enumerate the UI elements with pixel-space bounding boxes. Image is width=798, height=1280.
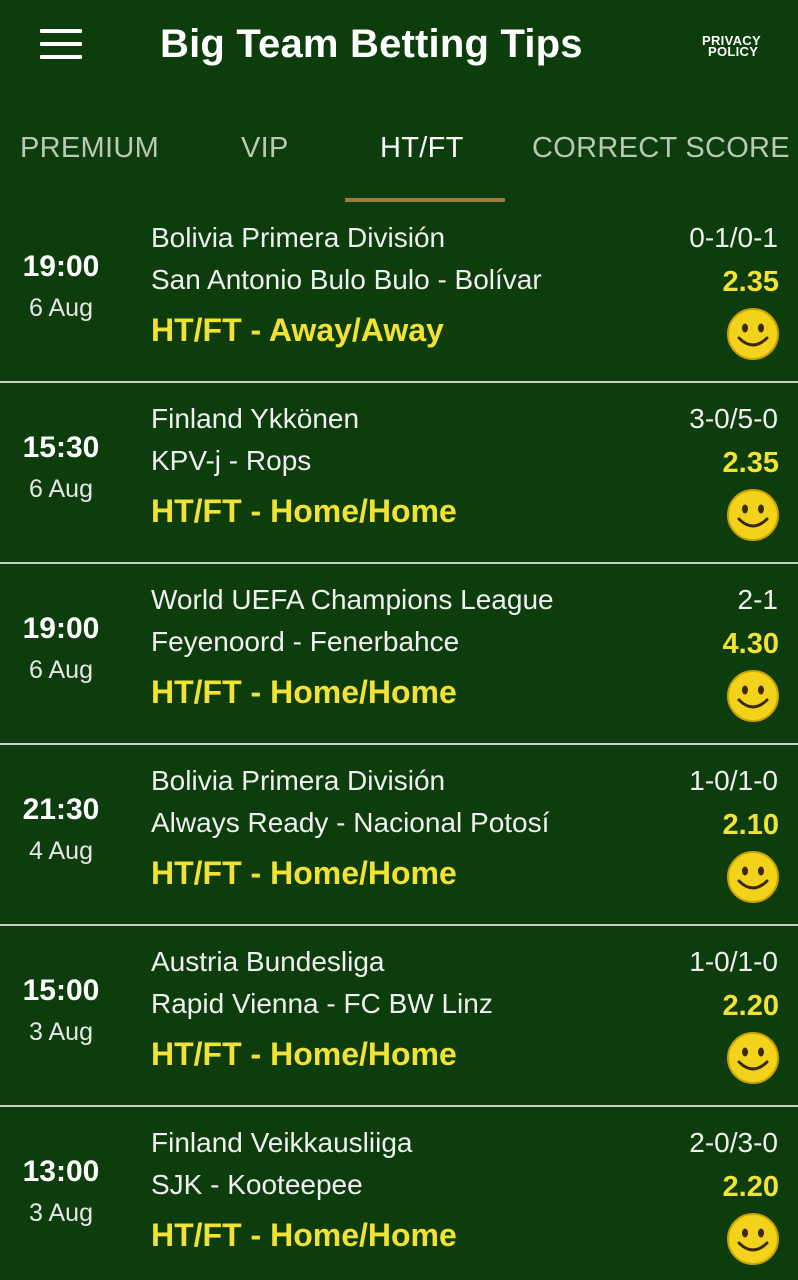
match-teams: Feyenoord - Fenerbahce: [151, 626, 460, 657]
smiley-icon: [727, 489, 779, 541]
privacy-label-line2: POLICY: [708, 44, 759, 59]
match-time: 19:00: [22, 250, 100, 283]
tip-row[interactable]: 13:00 3 Aug Finland Veikkausliiga SJK - …: [0, 1107, 798, 1280]
match-date: 3 Aug: [29, 1199, 93, 1227]
tip-prediction: HT/FT - Home/Home: [151, 1217, 457, 1253]
tip-odds: 2.35: [722, 447, 779, 479]
tip-prediction: HT/FT - Home/Home: [151, 855, 457, 891]
match-date: 4 Aug: [29, 837, 93, 865]
final-score: 1-0/1-0: [689, 765, 778, 796]
smiley-icon: [727, 851, 779, 903]
match-time: 13:00: [22, 1155, 100, 1188]
league-name: Bolivia Primera División: [151, 765, 446, 796]
tip-odds: 2.20: [722, 1171, 779, 1203]
league-name: Finland Ykkönen: [151, 403, 360, 434]
smiley-icon: [727, 670, 779, 722]
menu-bar: [40, 42, 82, 46]
match-teams: SJK - Kooteepee: [151, 1169, 363, 1200]
match-time: 19:00: [22, 612, 100, 645]
match-time: 15:00: [22, 974, 100, 1007]
tip-row[interactable]: 21:30 4 Aug Bolivia Primera División Alw…: [0, 745, 798, 926]
match-teams: San Antonio Bulo Bulo - Bolívar: [151, 264, 542, 295]
league-name: Austria Bundesliga: [151, 946, 385, 977]
tips-list: 19:00 6 Aug Bolivia Primera División San…: [0, 202, 798, 1280]
tip-prediction: HT/FT - Home/Home: [151, 1036, 457, 1072]
tip-row[interactable]: 15:30 6 Aug Finland Ykkönen KPV-j - Rops…: [0, 383, 798, 564]
tip-prediction: HT/FT - Away/Away: [151, 312, 444, 348]
hamburger-menu-icon[interactable]: [40, 29, 84, 63]
match-date: 3 Aug: [29, 1018, 93, 1046]
league-name: Bolivia Primera División: [151, 222, 446, 253]
tab-bar: PREMIUM VIP HT/FT CORRECT SCORE: [0, 98, 798, 202]
tip-odds: 4.30: [722, 628, 779, 660]
tab-correct-score[interactable]: CORRECT SCORE: [532, 132, 790, 165]
match-time: 15:30: [22, 431, 100, 464]
smiley-icon: [727, 1032, 779, 1084]
match-teams: Rapid Vienna - FC BW Linz: [151, 988, 493, 1019]
privacy-policy-button[interactable]: PRIVACY POLICY: [702, 34, 772, 59]
tab-htft[interactable]: HT/FT: [380, 132, 464, 165]
tab-vip[interactable]: VIP: [241, 132, 289, 165]
match-date: 6 Aug: [29, 475, 93, 503]
match-teams: Always Ready - Nacional Potosí: [151, 807, 550, 838]
match-time: 21:30: [22, 793, 100, 826]
final-score: 2-0/3-0: [689, 1127, 778, 1158]
smiley-icon: [727, 1213, 779, 1265]
match-teams: KPV-j - Rops: [151, 445, 312, 476]
final-score: 0-1/0-1: [689, 222, 778, 253]
tip-odds: 2.35: [722, 266, 779, 298]
tip-row[interactable]: 19:00 6 Aug World UEFA Champions League …: [0, 564, 798, 745]
tip-odds: 2.10: [722, 809, 779, 841]
tip-prediction: HT/FT - Home/Home: [151, 493, 457, 529]
final-score: 1-0/1-0: [689, 946, 778, 977]
menu-bar: [40, 55, 82, 59]
smiley-icon: [727, 308, 779, 360]
tip-row[interactable]: 15:00 3 Aug Austria Bundesliga Rapid Vie…: [0, 926, 798, 1107]
tip-odds: 2.20: [722, 990, 779, 1022]
match-date: 6 Aug: [29, 294, 93, 322]
tip-prediction: HT/FT - Home/Home: [151, 674, 457, 710]
app-header: Big Team Betting Tips PRIVACY POLICY: [0, 0, 798, 98]
match-date: 6 Aug: [29, 656, 93, 684]
final-score: 3-0/5-0: [689, 403, 778, 434]
menu-bar: [40, 29, 82, 33]
league-name: Finland Veikkausliiga: [151, 1127, 413, 1158]
league-name: World UEFA Champions League: [151, 584, 554, 615]
app-title: Big Team Betting Tips: [160, 22, 583, 66]
tab-premium[interactable]: PREMIUM: [20, 132, 159, 165]
app-screen: Big Team Betting Tips PRIVACY POLICY PRE…: [0, 0, 798, 1280]
tip-row[interactable]: 19:00 6 Aug Bolivia Primera División San…: [0, 202, 798, 383]
final-score: 2-1: [737, 584, 778, 615]
